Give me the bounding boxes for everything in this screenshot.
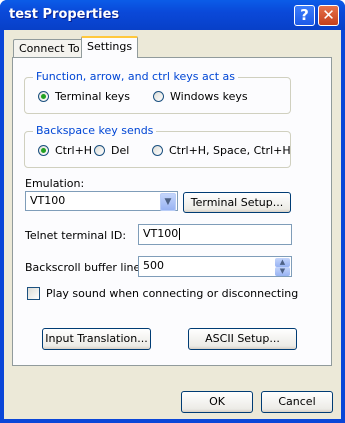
help-button[interactable]: ? (294, 5, 315, 26)
tab-connect-to[interactable]: Connect To (13, 39, 86, 57)
dialog-body: Connect To Settings Function, arrow, and… (4, 30, 341, 419)
radio-indicator (94, 145, 105, 156)
terminal-setup-button[interactable]: Terminal Setup... (183, 192, 291, 213)
radio-del[interactable]: Del (94, 144, 129, 157)
radio-label: Del (111, 144, 130, 157)
radio-ctrl-h-space[interactable]: Ctrl+H, Space, Ctrl+H (152, 144, 291, 157)
arrow-down-icon[interactable]: ▼ (275, 267, 290, 276)
settings-panel: Function, arrow, and ctrl keys act as Te… (12, 57, 332, 366)
radio-label: Ctrl+H, Space, Ctrl+H (169, 144, 291, 157)
backspace-group-title: Backspace key sends (33, 124, 157, 137)
close-button[interactable]: ✕ (318, 5, 339, 26)
backscroll-value: 500 (143, 259, 164, 272)
radio-indicator (38, 145, 49, 156)
radio-terminal-keys[interactable]: Terminal keys (38, 90, 130, 103)
radio-ctrl-h[interactable]: Ctrl+H (38, 144, 92, 157)
play-sound-label[interactable]: Play sound when connecting or disconnect… (46, 287, 298, 300)
radio-label: Ctrl+H (55, 144, 93, 157)
backscroll-label: Backscroll buffer lines: (25, 261, 150, 274)
telnet-label: Telnet terminal ID: (25, 229, 127, 242)
backspace-group: Backspace key sends Ctrl+H Del Ctrl+H, S… (24, 124, 291, 168)
radio-indicator (38, 91, 49, 102)
emulation-label: Emulation: (25, 177, 85, 190)
radio-label: Terminal keys (55, 90, 130, 103)
radio-indicator (153, 91, 164, 102)
window-title: test Properties (9, 7, 120, 22)
title-bar[interactable]: test Properties ? ✕ (0, 0, 345, 30)
keys-group: Function, arrow, and ctrl keys act as Te… (24, 70, 291, 114)
telnet-id-input[interactable]: VT100 (138, 224, 292, 245)
cancel-button[interactable]: Cancel (261, 391, 333, 413)
text-caret (179, 228, 181, 240)
arrow-up-icon[interactable]: ▲ (275, 258, 290, 267)
input-translation-button[interactable]: Input Translation... (42, 328, 151, 350)
radio-label: Windows keys (170, 90, 248, 103)
ok-button[interactable]: OK (181, 391, 253, 413)
tab-settings[interactable]: Settings (81, 36, 139, 58)
keys-group-title: Function, arrow, and ctrl keys act as (33, 70, 239, 83)
radio-indicator (152, 145, 163, 156)
ascii-setup-button[interactable]: ASCII Setup... (188, 328, 297, 350)
backscroll-input[interactable]: 500 ▲ ▼ (138, 256, 292, 277)
emulation-select[interactable]: VT100 ▼ (25, 191, 178, 211)
emulation-value: VT100 (30, 194, 66, 207)
play-sound-checkbox[interactable] (27, 287, 40, 300)
chevron-down-icon[interactable]: ▼ (160, 193, 176, 211)
radio-windows-keys[interactable]: Windows keys (153, 90, 248, 103)
telnet-id-value: VT100 (143, 227, 179, 240)
properties-window: test Properties ? ✕ Connect To Settings … (0, 0, 345, 423)
